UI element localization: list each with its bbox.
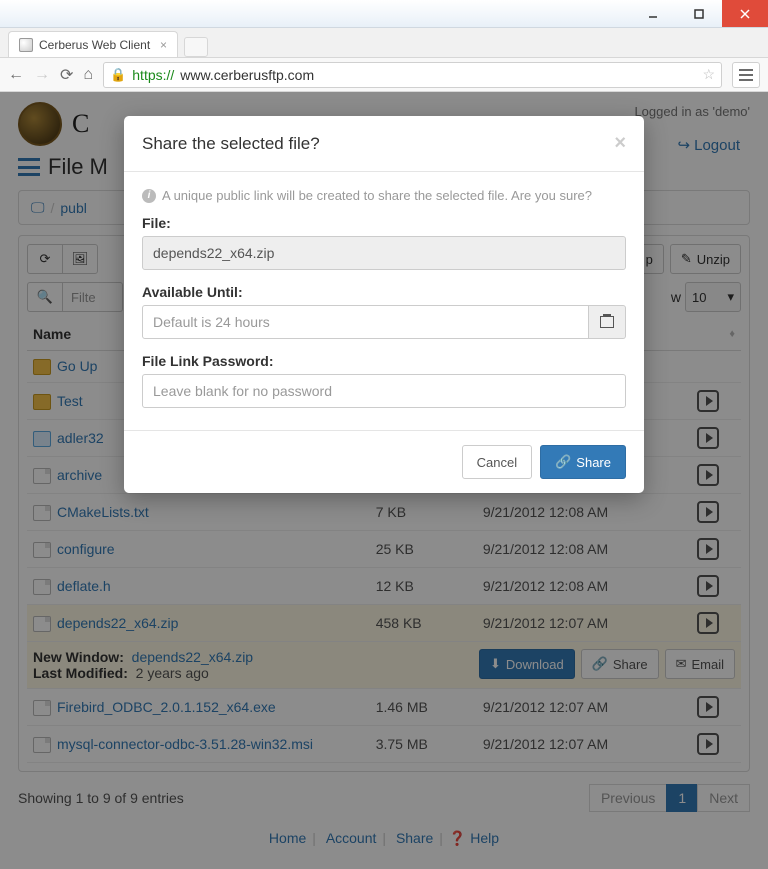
date-picker-button[interactable] — [589, 305, 626, 339]
browser-nav-bar: ← → ⟳ ⌂ 🔒 https:// www.cerberusftp.com ☆ — [0, 58, 768, 92]
tab-title: Cerberus Web Client — [39, 38, 150, 52]
modal-title: Share the selected file? — [142, 134, 320, 154]
modal-overlay: Share the selected file? × i A unique pu… — [0, 92, 768, 869]
available-until-input[interactable] — [142, 305, 589, 339]
available-until-label: Available Until: — [142, 284, 626, 300]
window-close-button[interactable] — [722, 0, 768, 27]
cancel-button[interactable]: Cancel — [462, 445, 532, 479]
window-titlebar — [0, 0, 768, 28]
new-tab-button[interactable] — [184, 37, 208, 57]
modal-close-button[interactable]: × — [614, 132, 626, 155]
share-submit-button[interactable]: 🔗 Share — [540, 445, 626, 479]
share-modal: Share the selected file? × i A unique pu… — [124, 116, 644, 493]
reload-icon[interactable]: ⟳ — [60, 65, 73, 85]
file-field-label: File: — [142, 215, 626, 231]
browser-tab-bar: Cerberus Web Client × — [0, 28, 768, 58]
modal-info-text: A unique public link will be created to … — [162, 188, 592, 203]
link-icon: 🔗 — [555, 454, 571, 470]
lock-icon: 🔒 — [110, 67, 126, 83]
tab-close-icon[interactable]: × — [160, 38, 167, 52]
home-icon[interactable]: ⌂ — [83, 66, 93, 84]
window-maximize-button[interactable] — [676, 0, 722, 27]
window-minimize-button[interactable] — [630, 0, 676, 27]
calendar-icon — [600, 316, 614, 328]
forward-icon[interactable]: → — [34, 66, 50, 84]
bookmark-star-icon[interactable]: ☆ — [702, 66, 715, 83]
back-icon[interactable]: ← — [8, 66, 24, 84]
favicon-icon — [19, 38, 33, 52]
password-input[interactable] — [142, 374, 626, 408]
info-icon: i — [142, 189, 156, 203]
browser-menu-button[interactable] — [732, 62, 760, 88]
url-scheme: https:// — [132, 67, 174, 83]
browser-tab[interactable]: Cerberus Web Client × — [8, 31, 178, 57]
address-bar[interactable]: 🔒 https:// www.cerberusftp.com ☆ — [103, 62, 722, 88]
url-host: www.cerberusftp.com — [180, 67, 314, 83]
password-label: File Link Password: — [142, 353, 626, 369]
file-field — [142, 236, 626, 270]
